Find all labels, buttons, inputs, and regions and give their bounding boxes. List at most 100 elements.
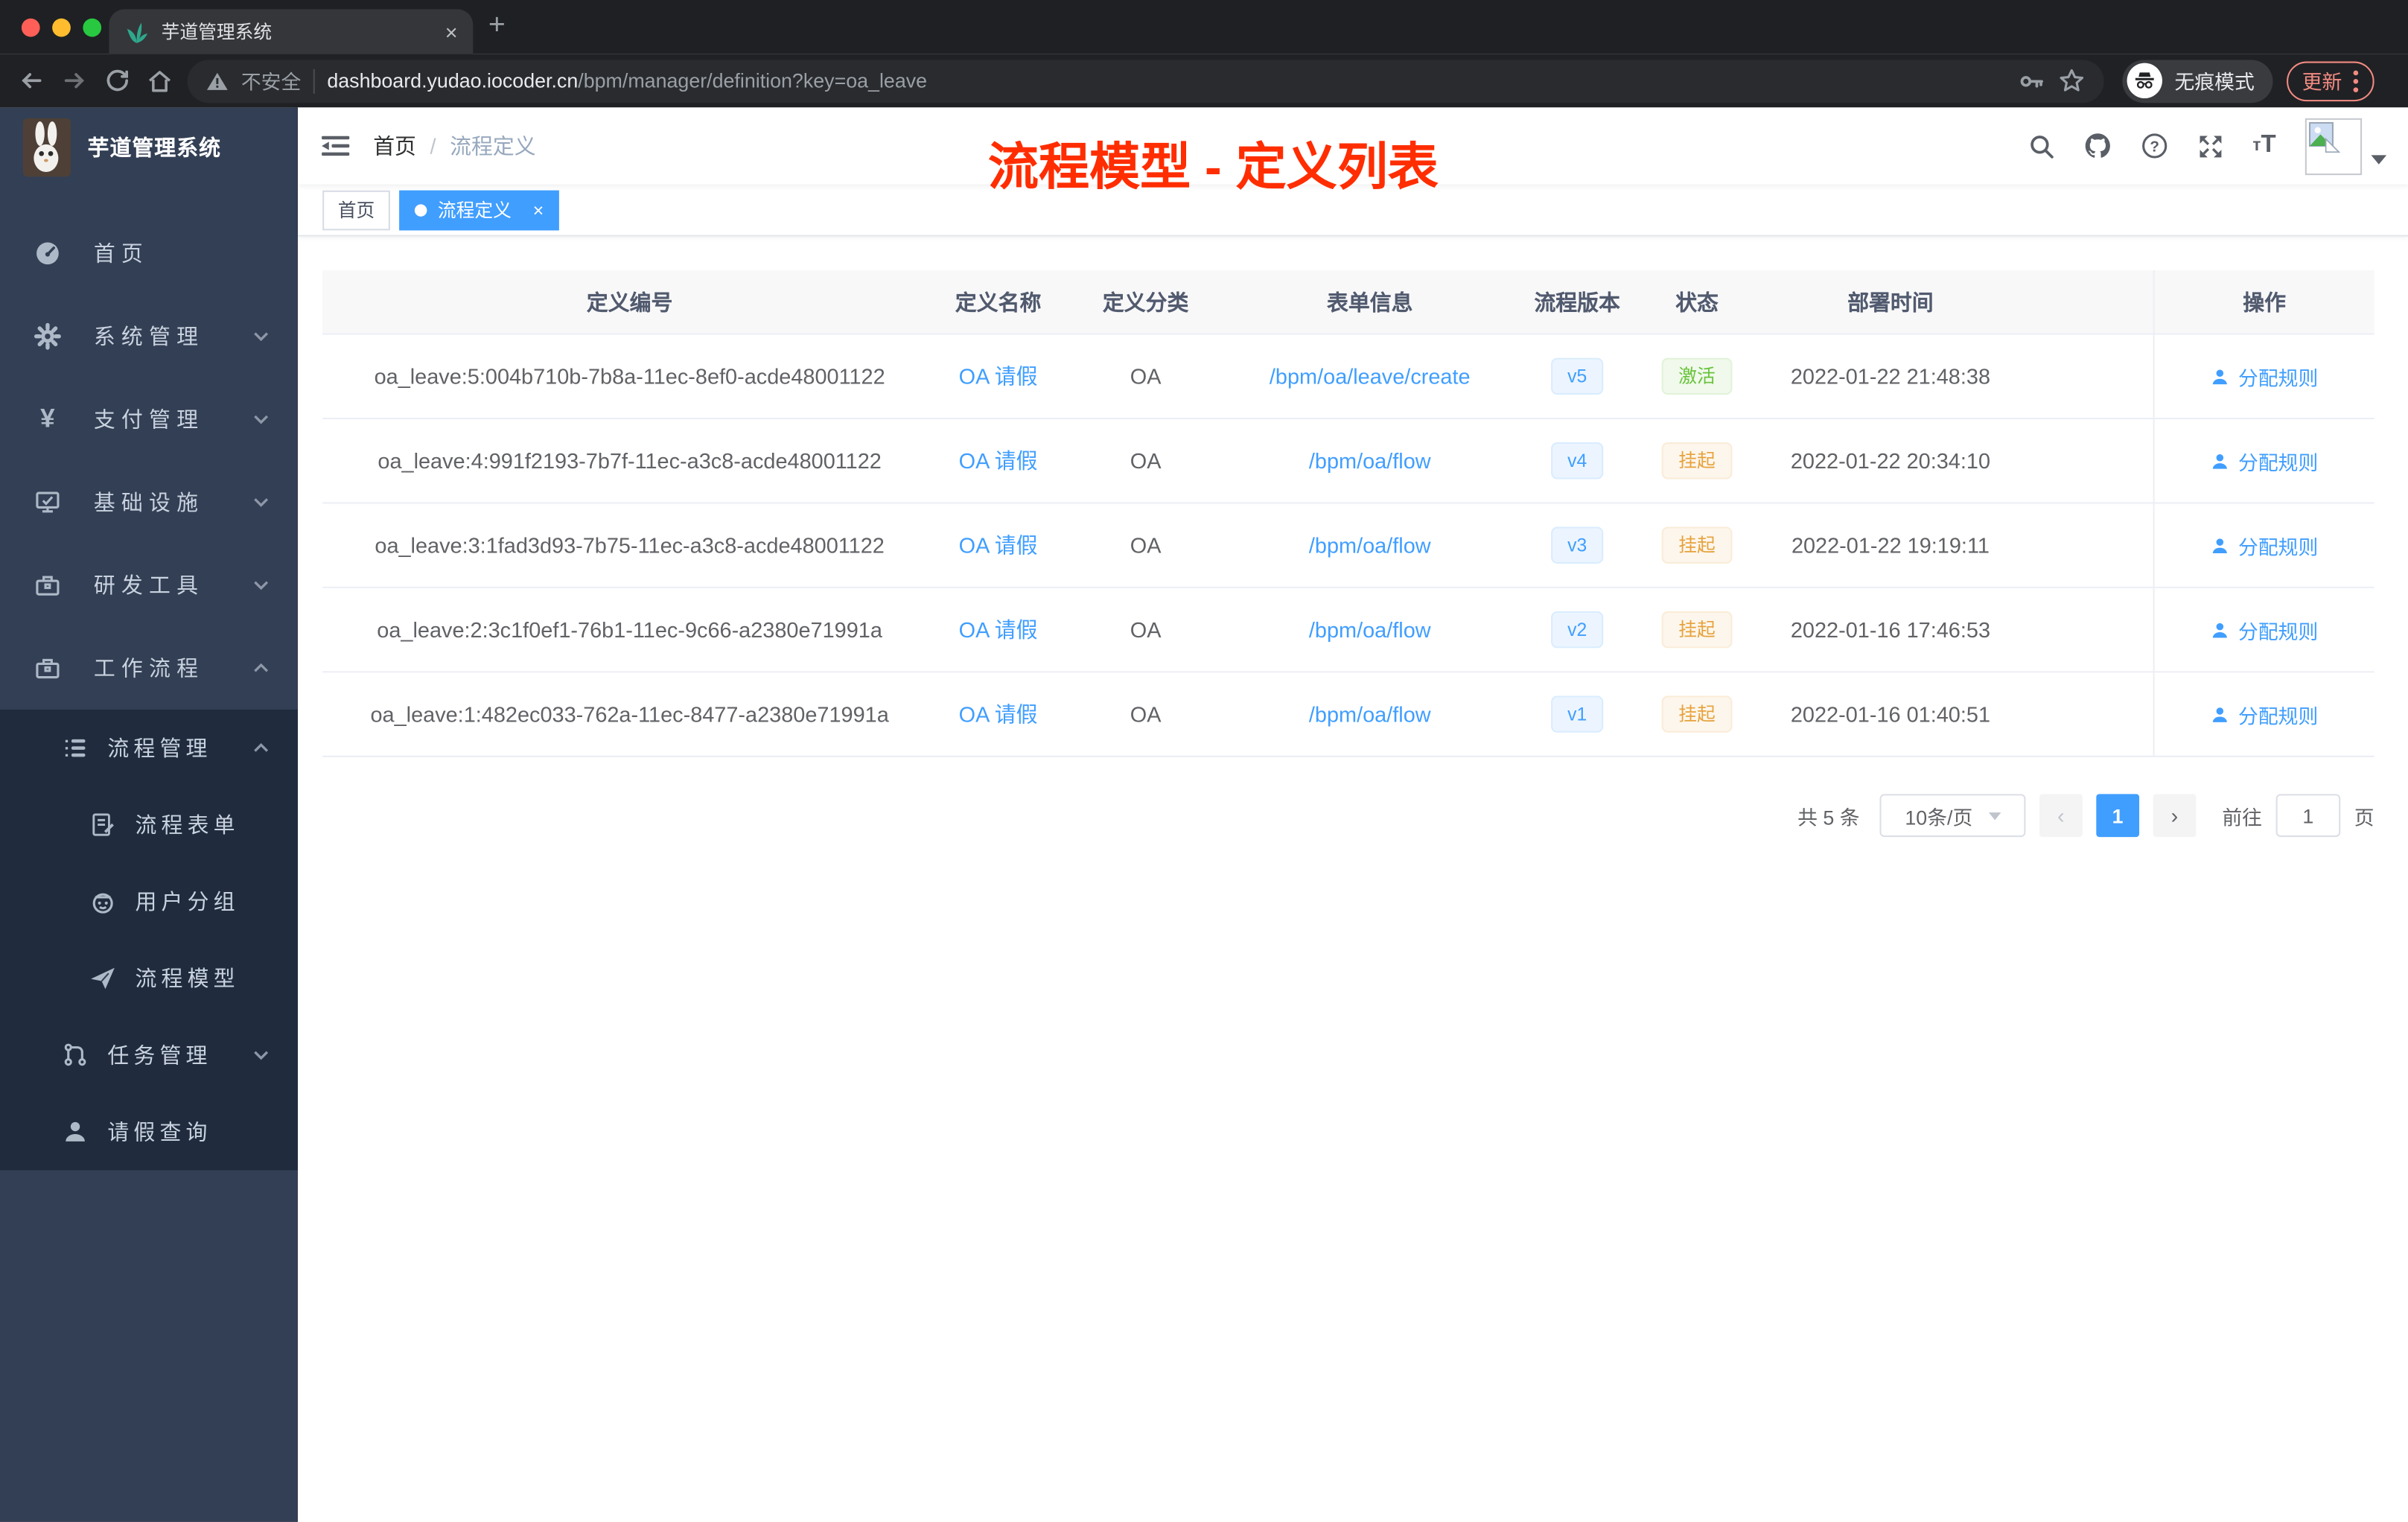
- incognito-icon: [2127, 63, 2162, 98]
- sidebar-item-home[interactable]: 首页: [0, 212, 298, 295]
- maximize-window-button[interactable]: [83, 18, 102, 37]
- form-link[interactable]: /bpm/oa/flow: [1309, 617, 1431, 642]
- form-doc-icon: [89, 811, 117, 838]
- deploy-time: 2022-01-16 01:40:51: [1790, 701, 1990, 727]
- definition-name-link[interactable]: OA 请假: [959, 533, 1038, 558]
- column-header: 操作: [2153, 270, 2374, 334]
- paper-plane-icon: [89, 964, 117, 992]
- definition-category: OA: [1130, 363, 1162, 389]
- app-navbar: 首页 / 流程定义 流程模型 - 定义列表 ? т T: [298, 107, 2408, 195]
- chevron-up-icon: [252, 659, 270, 678]
- tag-label: 流程定义: [437, 200, 512, 221]
- page-size-select[interactable]: 10条/页: [1879, 794, 2026, 838]
- sidebar-item-process-model[interactable]: 流程模型: [0, 940, 298, 1016]
- url-host: dashboard.yudao.iocoder.cn: [327, 69, 579, 92]
- form-link[interactable]: /bpm/oa/flow: [1309, 702, 1431, 727]
- form-link[interactable]: /bpm/oa/leave/create: [1270, 364, 1471, 389]
- forward-button[interactable]: [52, 59, 95, 102]
- fullscreen-icon[interactable]: [2197, 133, 2223, 159]
- tag-home[interactable]: 首页: [322, 189, 390, 230]
- version-badge: v2: [1551, 611, 1604, 649]
- column-header: 定义编号: [586, 289, 673, 314]
- definition-table: 定义编号 定义名称 定义分类 表单信息 流程版本 状态 部署时间 操作 oa_l…: [322, 270, 2374, 757]
- security-warning-icon: [206, 70, 229, 92]
- user-icon: [2213, 707, 2228, 722]
- chevron-down-icon: [252, 327, 270, 346]
- page-number-current[interactable]: 1: [2096, 794, 2139, 838]
- form-link[interactable]: /bpm/oa/flow: [1309, 533, 1431, 558]
- reload-button[interactable]: [95, 59, 138, 102]
- tag-process-definition[interactable]: 流程定义 ×: [399, 189, 559, 230]
- url-path: /bpm/manager/definition?key=oa_leave: [578, 69, 928, 92]
- app-logo-row[interactable]: 芋道管理系统: [0, 107, 298, 187]
- sidebar-item-workflow[interactable]: 工作流程: [0, 627, 298, 710]
- tag-close-icon[interactable]: ×: [533, 199, 544, 220]
- chevron-down-icon: [252, 1046, 270, 1065]
- sidebar-item-process-management[interactable]: 流程管理: [0, 710, 298, 786]
- assign-rule-label: 分配规则: [2238, 366, 2319, 389]
- sidebar-item-task-management[interactable]: 任务管理: [0, 1016, 298, 1093]
- breadcrumb-home[interactable]: 首页: [373, 130, 416, 161]
- help-icon[interactable]: ?: [2141, 132, 2168, 159]
- sidebar-item-payment[interactable]: ¥ 支付管理: [0, 378, 298, 460]
- browser-tab[interactable]: 芋道管理系统 ×: [109, 9, 474, 54]
- sidebar-item-system[interactable]: 系统管理: [0, 295, 298, 378]
- new-tab-button[interactable]: +: [488, 8, 506, 42]
- sidebar-item-leave-query[interactable]: 请假查询: [0, 1094, 298, 1171]
- sidebar-item-dev-tools[interactable]: 研发工具: [0, 544, 298, 626]
- definition-name-link[interactable]: OA 请假: [959, 617, 1038, 642]
- user-icon: [2213, 538, 2228, 553]
- font-size-icon[interactable]: тT: [2252, 132, 2275, 159]
- pagination-total: 共 5 条: [1797, 805, 1860, 829]
- version-badge: v1: [1551, 695, 1604, 733]
- page-content: 定义编号 定义名称 定义分类 表单信息 流程版本 状态 部署时间 操作 oa_l…: [298, 236, 2408, 1522]
- breadcrumb-current: 流程定义: [450, 133, 536, 159]
- github-icon[interactable]: [2083, 132, 2111, 159]
- table-row: oa_leave:3:1fad3d93-7b75-11ec-a3c8-acde4…: [322, 503, 2374, 588]
- user-avatar[interactable]: [2305, 117, 2387, 175]
- sidebar-collapse-icon[interactable]: [298, 107, 373, 184]
- assign-rule-link[interactable]: 分配规则: [2211, 531, 2318, 560]
- password-key-icon[interactable]: [2018, 67, 2045, 95]
- list-icon: [62, 734, 89, 762]
- sidebar-item-label: 系统管理: [93, 324, 205, 349]
- definition-name-link[interactable]: OA 请假: [959, 448, 1038, 473]
- definition-category: OA: [1130, 701, 1162, 727]
- sidebar-item-user-group[interactable]: 用户分组: [0, 863, 298, 940]
- assign-rule-label: 分配规则: [2238, 450, 2319, 474]
- avatar-caret-icon: [2371, 154, 2387, 164]
- definition-name-link[interactable]: OA 请假: [959, 702, 1038, 727]
- tab-close-icon[interactable]: ×: [445, 21, 458, 42]
- home-button[interactable]: [138, 59, 182, 102]
- assign-rule-link[interactable]: 分配规则: [2211, 615, 2318, 644]
- monitor-icon: [34, 488, 61, 516]
- goto-page-input[interactable]: 1: [2275, 794, 2341, 838]
- back-button[interactable]: [9, 59, 52, 102]
- incognito-label: 无痕模式: [2174, 70, 2255, 94]
- close-window-button[interactable]: [21, 18, 40, 37]
- search-icon[interactable]: [2028, 133, 2054, 159]
- prev-page-button[interactable]: ‹: [2039, 794, 2083, 838]
- assign-rule-link[interactable]: 分配规则: [2211, 699, 2318, 728]
- assign-rule-link[interactable]: 分配规则: [2211, 446, 2318, 475]
- version-badge: v4: [1551, 442, 1604, 480]
- next-page-button[interactable]: ›: [2153, 794, 2197, 838]
- form-link[interactable]: /bpm/oa/flow: [1309, 448, 1431, 473]
- minimize-window-button[interactable]: [52, 18, 71, 37]
- deploy-time: 2022-01-22 20:34:10: [1790, 448, 1990, 474]
- sidebar-item-process-form[interactable]: 流程表单: [0, 786, 298, 863]
- breadcrumb-separator: /: [430, 133, 436, 159]
- branch-icon: [62, 1041, 89, 1069]
- page-size-value: 10条/页: [1905, 805, 1973, 829]
- address-bar[interactable]: 不安全 dashboard.yudao.iocoder.cn/bpm/manag…: [187, 59, 2104, 103]
- definition-name-link[interactable]: OA 请假: [959, 364, 1038, 389]
- app-title: 芋道管理系统: [87, 135, 221, 160]
- navbar-actions: ? тT: [2028, 117, 2408, 175]
- assign-rule-link[interactable]: 分配规则: [2211, 362, 2318, 391]
- security-label: 不安全: [241, 70, 302, 94]
- browser-update-button[interactable]: 更新: [2287, 60, 2374, 101]
- sidebar-item-infrastructure[interactable]: 基础设施: [0, 461, 298, 544]
- assign-rule-label: 分配规则: [2238, 620, 2319, 643]
- sidebar-item-label: 用户分组: [135, 889, 240, 914]
- bookmark-star-icon[interactable]: [2058, 67, 2086, 95]
